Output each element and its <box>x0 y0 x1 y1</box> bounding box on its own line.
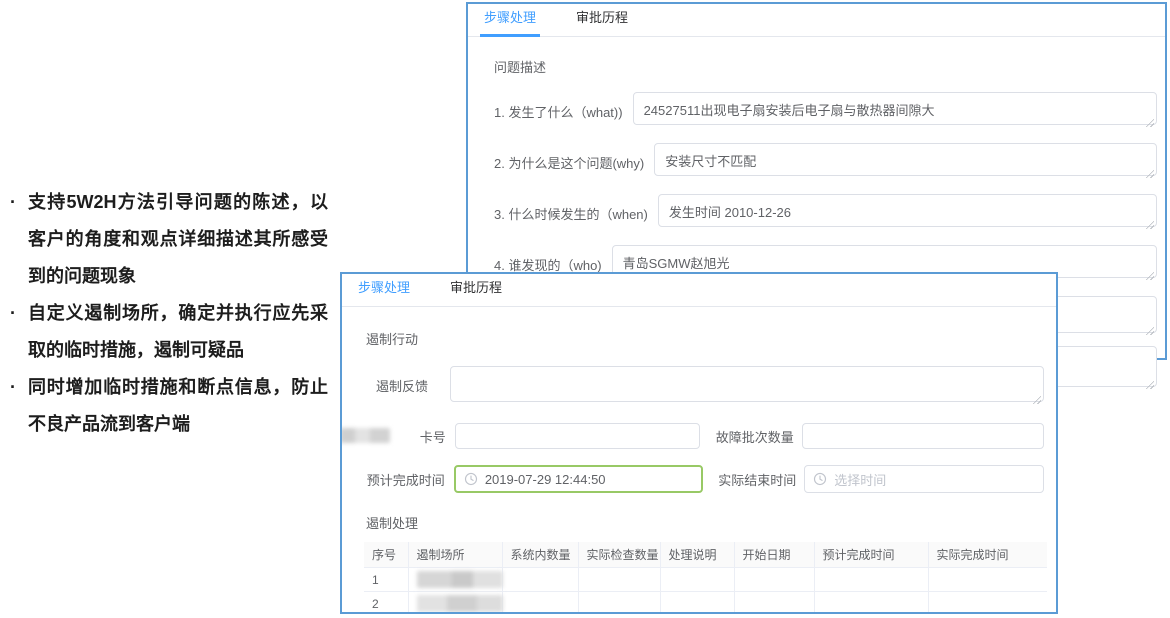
intro-bullet-2-text: 自定义遏制场所，确定并执行应先采取的临时措施，遏制可疑品 <box>28 303 328 360</box>
bullet-marker: · <box>10 295 16 332</box>
col-header-start-date: 开始日期 <box>734 542 814 568</box>
field-when-input[interactable]: 发生时间 2010-12-26 <box>658 194 1157 227</box>
col-header-index: 序号 <box>364 542 408 568</box>
intro-bullet-3-text: 同时增加临时措施和断点信息，防止不良产品流到客户端 <box>28 377 328 434</box>
cell-index: 2 <box>364 592 408 615</box>
containment-panel-tabbar: 步骤处理 审批历程 <box>342 274 1056 307</box>
table-header-row: 序号 遏制场所 系统内数量 实际检查数量 处理说明 开始日期 预计完成时间 实际… <box>364 542 1047 568</box>
cell-index: 1 <box>364 568 408 592</box>
clock-icon <box>813 472 827 486</box>
tab-approval-history[interactable]: 审批历程 <box>446 272 506 306</box>
bullet-marker: · <box>10 184 16 221</box>
containment-feedback-label: 遏制反馈 <box>364 376 428 395</box>
redacted-text <box>417 595 503 612</box>
tab-step-processing[interactable]: 步骤处理 <box>354 272 414 306</box>
tab-step-processing[interactable]: 步骤处理 <box>480 0 540 36</box>
time-row: 预计完成时间 2019-07-29 12:44:50 实际结束时间 选择时间 <box>364 465 1044 493</box>
cell-place <box>408 592 502 615</box>
intro-bullet-1: · 支持5W2H方法引导问题的陈述，以客户的角度和观点详细描述其所感受到的问题现… <box>6 184 328 295</box>
redacted-text <box>417 571 503 588</box>
card-number-label: 卡号 <box>364 427 446 446</box>
field-who-label: 4. 谁发现的（who) <box>494 255 602 274</box>
problem-panel-tabbar: 步骤处理 审批历程 <box>468 4 1165 37</box>
section-title-problem-description: 问题描述 <box>494 57 1157 76</box>
actual-finish-placeholder: 选择时间 <box>834 470 886 489</box>
tab-approval-history[interactable]: 审批历程 <box>572 0 632 36</box>
clock-icon <box>464 472 478 486</box>
field-why-label: 2. 为什么是这个问题(why) <box>494 153 644 172</box>
planned-finish-input[interactable]: 2019-07-29 12:44:50 <box>454 465 704 493</box>
field-why-input[interactable]: 安装尺寸不匹配 <box>654 143 1157 176</box>
containment-table: 序号 遏制场所 系统内数量 实际检查数量 处理说明 开始日期 预计完成时间 实际… <box>364 542 1047 614</box>
card-fault-row: 卡号 故障批次数量 <box>364 423 1044 449</box>
containment-feedback-row: 遏制反馈 <box>364 366 1044 407</box>
col-header-handling-note: 处理说明 <box>660 542 734 568</box>
col-header-actual-finish: 实际完成时间 <box>928 542 1047 568</box>
actual-finish-label: 实际结束时间 <box>717 470 796 489</box>
field-when: 3. 什么时候发生的（when) 发生时间 2010-12-26 <box>494 194 1157 232</box>
section-title-containment-handling: 遏制处理 <box>366 513 1044 532</box>
cell-place <box>408 568 502 592</box>
field-why: 2. 为什么是这个问题(why) 安装尺寸不匹配 <box>494 143 1157 181</box>
planned-finish-value: 2019-07-29 12:44:50 <box>485 472 606 487</box>
fault-batch-label: 故障批次数量 <box>714 427 794 446</box>
table-row[interactable]: 2 <box>364 592 1047 615</box>
section-title-containment-action: 遏制行动 <box>366 329 1044 348</box>
field-when-label: 3. 什么时候发生的（when) <box>494 204 648 223</box>
col-header-system-qty: 系统内数量 <box>502 542 578 568</box>
table-row[interactable]: 1 <box>364 568 1047 592</box>
redacted-label-prefix <box>340 428 390 443</box>
card-number-input[interactable] <box>455 423 700 449</box>
actual-finish-input[interactable]: 选择时间 <box>804 465 1044 493</box>
col-header-place: 遏制场所 <box>408 542 502 568</box>
intro-bullet-list: · 支持5W2H方法引导问题的陈述，以客户的角度和观点详细描述其所感受到的问题现… <box>6 184 328 443</box>
intro-bullet-2: · 自定义遏制场所，确定并执行应先采取的临时措施，遏制可疑品 <box>6 295 328 369</box>
intro-bullet-3: · 同时增加临时措施和断点信息，防止不良产品流到客户端 <box>6 369 328 443</box>
field-what-label: 1. 发生了什么（what)) <box>494 102 623 121</box>
col-header-planned-finish: 预计完成时间 <box>814 542 928 568</box>
field-what: 1. 发生了什么（what)) 24527511出现电子扇安装后电子扇与散热器间… <box>494 92 1157 130</box>
containment-action-panel: 步骤处理 审批历程 遏制行动 遏制反馈 卡号 故障批次数量 预计完成时间 <box>340 272 1058 614</box>
planned-finish-label: 预计完成时间 <box>364 470 445 489</box>
col-header-checked-qty: 实际检查数量 <box>578 542 660 568</box>
field-what-input[interactable]: 24527511出现电子扇安装后电子扇与散热器间隙大 <box>633 92 1157 125</box>
fault-batch-input[interactable] <box>802 423 1044 449</box>
containment-feedback-input[interactable] <box>450 366 1044 402</box>
intro-bullet-1-text: 支持5W2H方法引导问题的陈述，以客户的角度和观点详细描述其所感受到的问题现象 <box>28 192 328 286</box>
bullet-marker: · <box>10 369 16 406</box>
